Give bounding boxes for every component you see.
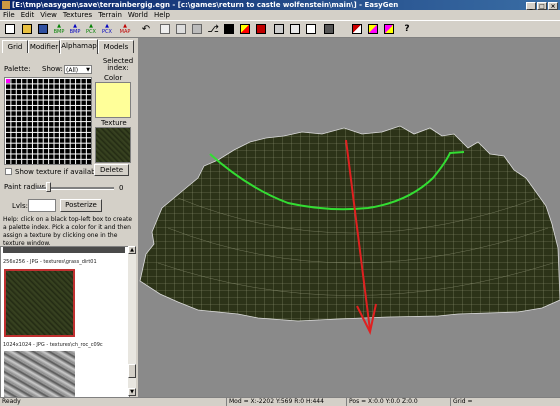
red-view-icon[interactable] bbox=[254, 23, 268, 36]
palette-grid[interactable] bbox=[4, 77, 92, 165]
grid-view-icon[interactable] bbox=[158, 23, 172, 36]
tab-alphamap[interactable]: Alphamap bbox=[60, 39, 98, 54]
menu-file[interactable]: File bbox=[0, 10, 18, 20]
show-texture-checkbox[interactable] bbox=[5, 168, 12, 175]
texture-item-label: 1024x1024 - JPG - textures\ch_roc_c09c bbox=[3, 342, 103, 348]
model-icon[interactable]: ⎇ bbox=[206, 23, 220, 36]
bmp-import-button[interactable]: ▲ BMP bbox=[52, 23, 66, 36]
pcx-export-button[interactable]: ▲ PCX bbox=[100, 23, 114, 36]
menu-terrain[interactable]: Terrain bbox=[95, 10, 125, 20]
close-button[interactable]: × bbox=[548, 2, 558, 10]
show-texture-label: Show texture if available bbox=[15, 168, 102, 176]
menu-help[interactable]: Help bbox=[151, 10, 173, 20]
left-panel: Grid Modifier Alphamap Models Palette: S… bbox=[0, 38, 138, 398]
tab-models[interactable]: Models bbox=[98, 40, 134, 53]
menu-bar: File Edit View Textures Terrain World Help bbox=[0, 10, 560, 20]
undo-icon[interactable]: ↶ bbox=[139, 23, 153, 36]
title-bar: [E:\tmp\easygen\save\terrainbergig.egn -… bbox=[0, 0, 560, 10]
window-title: [E:\tmp\easygen\save\terrainbergig.egn -… bbox=[12, 1, 399, 9]
pcx-import-button[interactable]: ▲ PCX bbox=[84, 23, 98, 36]
lvls-input[interactable] bbox=[28, 199, 56, 212]
map-export-button[interactable]: ▲ MAP bbox=[118, 23, 132, 36]
terrain-mesh bbox=[139, 125, 560, 335]
paint-magenta-icon[interactable] bbox=[382, 23, 396, 36]
solid-view-icon[interactable] bbox=[222, 23, 236, 36]
tab-grid[interactable]: Grid bbox=[2, 40, 28, 53]
paint-radius-slider[interactable] bbox=[46, 182, 51, 192]
save-icon[interactable] bbox=[36, 23, 50, 36]
tab-modifier[interactable]: Modifier bbox=[28, 40, 60, 53]
toolbar: ▲ BMP ▲ BMP ▲ PCX ▲ PCX ▲ MAP ↶ ⎇ ? bbox=[0, 20, 560, 38]
menu-textures[interactable]: Textures bbox=[60, 10, 95, 20]
texture-item-label: 256x256 - JPG - textures\grass_dirt01 bbox=[3, 259, 97, 265]
help-icon[interactable]: ? bbox=[400, 23, 414, 36]
gray-view-icon[interactable] bbox=[272, 23, 286, 36]
menu-edit[interactable]: Edit bbox=[18, 10, 38, 20]
paint-yellow-icon[interactable] bbox=[366, 23, 380, 36]
terrain-view-icon[interactable] bbox=[322, 23, 336, 36]
terrain-surface bbox=[139, 125, 560, 322]
new-file-icon[interactable] bbox=[3, 23, 17, 36]
tab-strip: Grid Modifier Alphamap Models bbox=[0, 39, 138, 54]
blank-view-icon[interactable] bbox=[304, 23, 318, 36]
scroll-up-icon[interactable]: ▲ bbox=[128, 246, 136, 254]
show-filter-value: (All) bbox=[66, 67, 79, 74]
show-label: Show: bbox=[42, 65, 63, 73]
texture-label: Texture bbox=[101, 119, 127, 127]
light-view-icon[interactable] bbox=[288, 23, 302, 36]
bmp-export-button[interactable]: ▲ BMP bbox=[68, 23, 82, 36]
help-text: Help: click on a black top-left box to c… bbox=[3, 216, 133, 247]
color-view-icon[interactable] bbox=[238, 23, 252, 36]
scroll-down-icon[interactable]: ▼ bbox=[128, 388, 136, 396]
terrain-viewport[interactable] bbox=[138, 38, 560, 397]
posterize-button[interactable]: Posterize bbox=[60, 199, 102, 212]
texture-list[interactable]: 256x256 - JPG - textures\grass_dirt01 10… bbox=[0, 246, 130, 398]
app-icon bbox=[2, 1, 10, 9]
selected-texture-preview[interactable] bbox=[95, 127, 131, 163]
open-folder-icon[interactable] bbox=[20, 23, 34, 36]
selected-color-swatch[interactable] bbox=[95, 82, 131, 118]
delete-button[interactable]: Delete bbox=[94, 164, 129, 176]
paint-radius-value: 0 bbox=[119, 184, 124, 192]
selected-index-label: Selected index: bbox=[102, 57, 134, 72]
show-filter-select[interactable]: (All) ▼ bbox=[64, 65, 92, 74]
texture-list-header-strip bbox=[3, 247, 125, 253]
texture-thumbnail[interactable] bbox=[4, 269, 75, 337]
palette-selected-cell[interactable] bbox=[6, 79, 10, 83]
wireframe-icon[interactable] bbox=[174, 23, 188, 36]
scrollbar-thumb[interactable] bbox=[128, 364, 136, 378]
menu-world[interactable]: World bbox=[125, 10, 151, 20]
palette-label: Palette: bbox=[4, 65, 31, 73]
texture-list-scrollbar[interactable]: ▲ ▼ bbox=[128, 246, 136, 396]
color-label: Color bbox=[104, 74, 123, 82]
maximize-button[interactable]: □ bbox=[537, 2, 547, 10]
lvls-label: Lvls: bbox=[12, 202, 28, 210]
paint-red-icon[interactable] bbox=[350, 23, 364, 36]
camera-icon[interactable] bbox=[190, 23, 204, 36]
minimize-button[interactable]: _ bbox=[526, 2, 536, 10]
chevron-down-icon: ▼ bbox=[86, 67, 90, 73]
texture-thumbnail[interactable] bbox=[4, 351, 75, 397]
menu-view[interactable]: View bbox=[37, 10, 60, 20]
